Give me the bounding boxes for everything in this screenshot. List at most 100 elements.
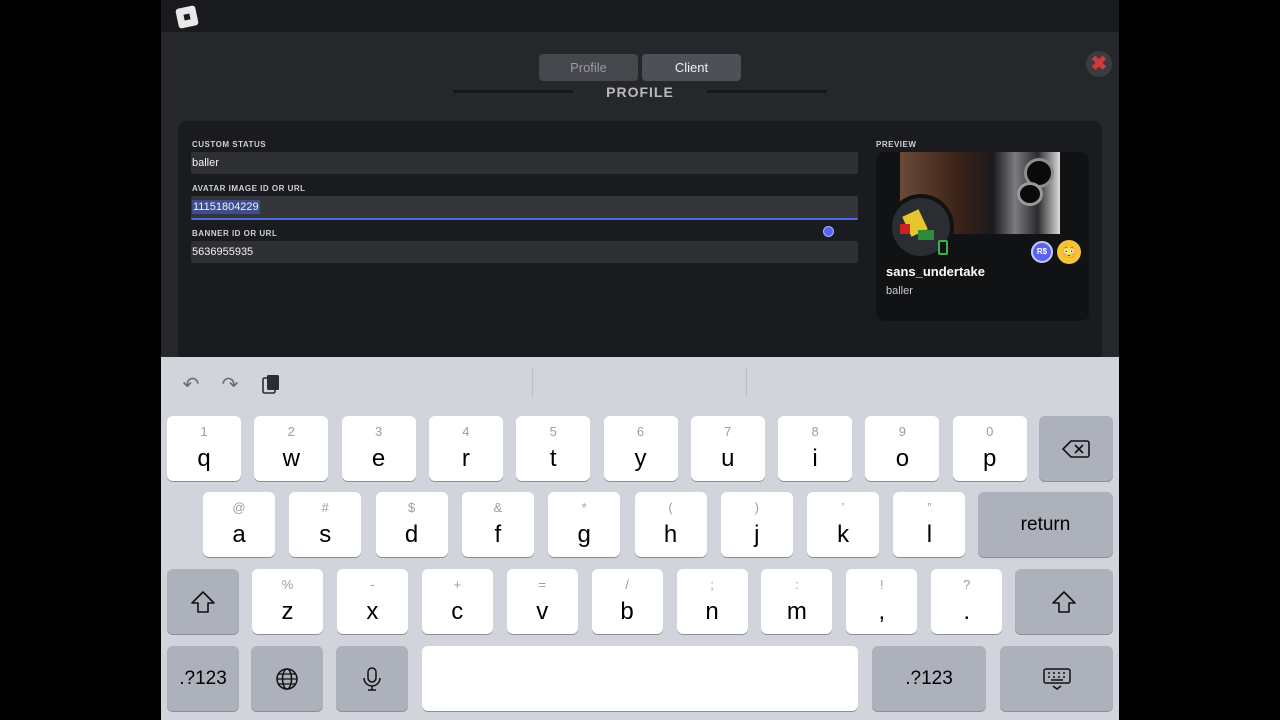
key[interactable]: 4r bbox=[428, 416, 503, 481]
numbers-key-right[interactable]: .?123 bbox=[872, 646, 986, 711]
key-main-label: o bbox=[895, 445, 910, 472]
backspace-key[interactable] bbox=[1039, 416, 1113, 481]
robux-badge-icon: R$ bbox=[1031, 241, 1053, 263]
key-alt-label: ( bbox=[668, 500, 673, 515]
flushed-emoji-badge-icon: 😳 bbox=[1057, 240, 1081, 264]
return-key-label: return bbox=[1020, 513, 1071, 535]
key[interactable]: 5t bbox=[516, 416, 591, 481]
key[interactable]: & f bbox=[461, 492, 534, 557]
key-main-label: s bbox=[319, 521, 332, 548]
close-button[interactable]: ✖ bbox=[1086, 51, 1112, 77]
app-screen: Profile Client PROFILE ✖ CUSTOM STATUS b… bbox=[161, 0, 1119, 720]
key[interactable]: 3e bbox=[341, 416, 416, 481]
key[interactable]: 8i bbox=[778, 416, 853, 481]
hide-keyboard-key[interactable] bbox=[1000, 646, 1113, 711]
key-alt-label: $ bbox=[407, 500, 416, 515]
avatar-image-input[interactable]: 11151804229 bbox=[191, 196, 858, 220]
avatar-image-label: AVATAR IMAGE ID OR URL bbox=[192, 184, 306, 193]
key-alt-label: : bbox=[795, 577, 799, 592]
key-alt-label: ; bbox=[710, 577, 714, 592]
key-main-label: u bbox=[721, 445, 735, 472]
profile-panel: CUSTOM STATUS baller AVATAR IMAGE ID OR … bbox=[178, 121, 1102, 361]
key-main-label: y bbox=[634, 445, 647, 472]
key[interactable]: + c bbox=[421, 569, 493, 634]
key-main-label: h bbox=[663, 521, 678, 548]
avatar-detail bbox=[918, 230, 934, 240]
key-alt-label: 9 bbox=[898, 424, 906, 439]
key[interactable]: 2w bbox=[254, 416, 329, 481]
key-main-label: l bbox=[926, 521, 933, 548]
key[interactable]: (h bbox=[634, 492, 707, 557]
key-alt-label: ’ bbox=[841, 500, 845, 515]
key-alt-label: 0 bbox=[986, 424, 994, 439]
key[interactable]: 0p bbox=[952, 416, 1027, 481]
key-alt-label: ! bbox=[879, 577, 884, 592]
key[interactable]: !, bbox=[846, 569, 918, 634]
key-main-label: n bbox=[705, 598, 719, 625]
robux-icon bbox=[823, 226, 834, 237]
dictation-key[interactable] bbox=[336, 646, 408, 711]
undo-icon[interactable]: ↶ bbox=[179, 373, 203, 397]
key-main-label: j bbox=[754, 521, 760, 548]
key[interactable]: -x bbox=[336, 569, 408, 634]
key[interactable]: 1q bbox=[167, 416, 241, 481]
shift-right-key[interactable] bbox=[1015, 569, 1113, 634]
globe-key[interactable] bbox=[251, 646, 323, 711]
key[interactable]: = v bbox=[506, 569, 578, 634]
banner-id-input[interactable]: 5636955935 bbox=[191, 241, 858, 263]
key-alt-label: # bbox=[321, 500, 329, 515]
key[interactable]: # s bbox=[289, 492, 362, 557]
key-main-label: d bbox=[404, 521, 419, 548]
key-alt-label: 5 bbox=[549, 424, 557, 439]
key[interactable]: @ a bbox=[203, 492, 275, 557]
numbers-key-label: .?123 bbox=[179, 667, 227, 689]
key[interactable]: ) j bbox=[720, 492, 793, 557]
key-alt-label: / bbox=[625, 577, 629, 592]
key[interactable]: 9o bbox=[865, 416, 940, 481]
key[interactable]: ; n bbox=[676, 569, 748, 634]
key[interactable]: 7u bbox=[690, 416, 765, 481]
key[interactable]: $ d bbox=[375, 492, 448, 557]
key-alt-label: & bbox=[493, 500, 503, 515]
key[interactable]: ?. bbox=[931, 569, 1003, 634]
key-main-label: x bbox=[366, 598, 379, 625]
banner-id-label: BANNER ID OR URL bbox=[192, 229, 278, 238]
key-alt-label: 6 bbox=[636, 424, 645, 439]
key-main-label: b bbox=[620, 598, 634, 625]
paste-icon[interactable] bbox=[259, 373, 283, 397]
key-alt-label: 4 bbox=[462, 424, 470, 439]
key-alt-label: ) bbox=[754, 500, 759, 515]
roblox-logo-icon[interactable] bbox=[175, 5, 199, 29]
divider bbox=[532, 367, 533, 397]
key-main-label: p bbox=[983, 445, 997, 472]
profile-preview-card: R$ 😳 sans_undertake baller bbox=[876, 152, 1089, 321]
key-main-label: z bbox=[281, 598, 294, 625]
mobile-status-icon bbox=[938, 240, 948, 255]
key-main-label: . bbox=[963, 598, 971, 625]
tab-client[interactable]: Client bbox=[642, 54, 741, 81]
key-alt-label: % bbox=[281, 577, 294, 592]
space-key[interactable] bbox=[422, 646, 858, 711]
key-alt-label: ” bbox=[927, 500, 932, 515]
redo-icon[interactable]: ↷ bbox=[218, 373, 242, 397]
key[interactable]: 6y bbox=[603, 416, 678, 481]
key[interactable]: / b bbox=[591, 569, 663, 634]
tab-profile[interactable]: Profile bbox=[539, 54, 638, 81]
key-main-label: g bbox=[577, 521, 591, 548]
key-alt-label: - bbox=[370, 577, 375, 592]
key[interactable]: * g bbox=[548, 492, 621, 557]
key[interactable]: % z bbox=[252, 569, 323, 634]
shift-left-key[interactable] bbox=[167, 569, 239, 634]
return-key[interactable]: return bbox=[978, 492, 1113, 557]
numbers-key-label: .?123 bbox=[905, 667, 953, 689]
key-main-label: f bbox=[494, 521, 502, 548]
key[interactable]: ” l bbox=[893, 492, 966, 557]
numbers-key-left[interactable]: .?123 bbox=[167, 646, 239, 711]
key-main-label: m bbox=[786, 598, 807, 625]
key[interactable]: :m bbox=[761, 569, 833, 634]
settings-modal: Profile Client PROFILE ✖ CUSTOM STATUS b… bbox=[161, 32, 1119, 361]
custom-status-input[interactable]: baller bbox=[191, 152, 858, 174]
key-main-label: r bbox=[461, 445, 470, 472]
key[interactable]: ’ k bbox=[807, 492, 880, 557]
key-main-label: q bbox=[197, 445, 211, 472]
